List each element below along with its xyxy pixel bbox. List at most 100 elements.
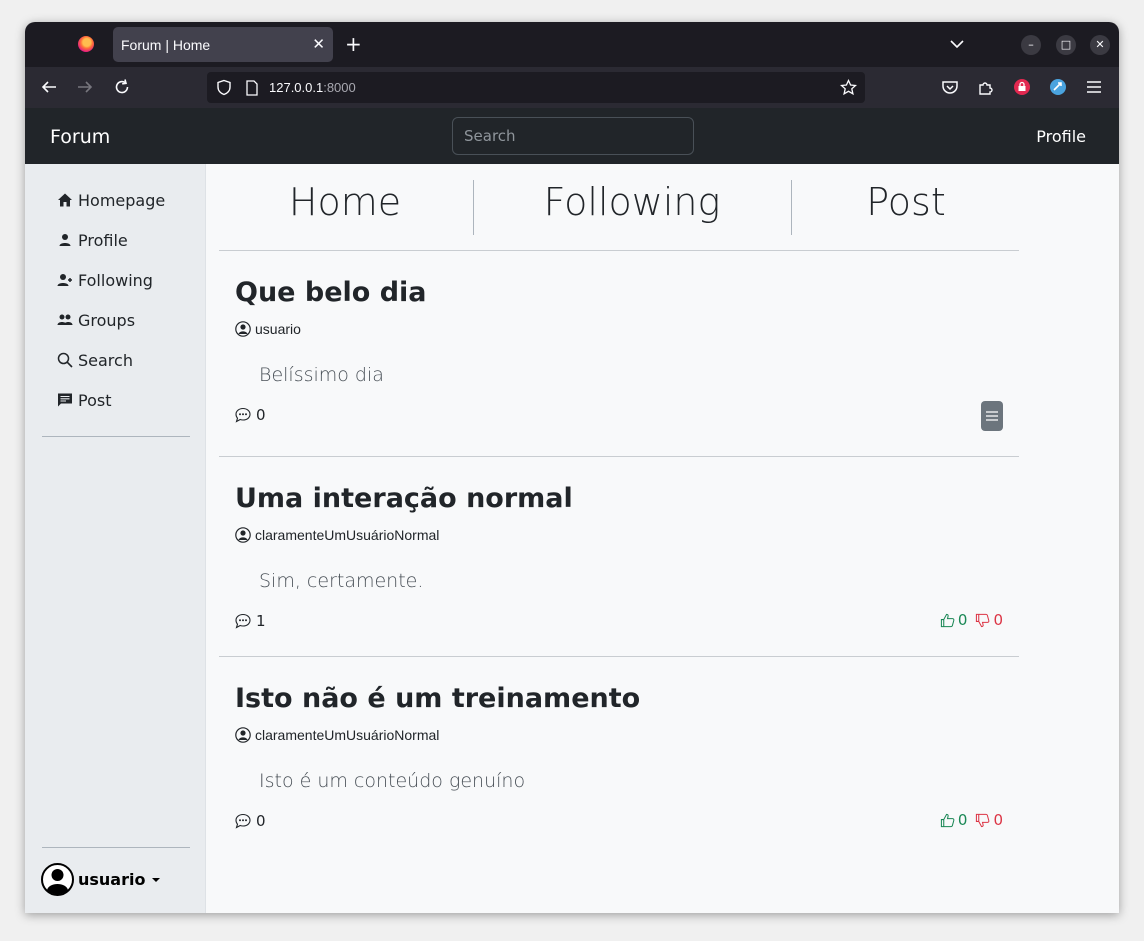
people-icon	[57, 314, 73, 325]
person-circle-icon	[235, 527, 251, 543]
sidebar-divider	[42, 436, 190, 437]
reload-icon[interactable]	[113, 78, 131, 96]
sidebar-divider	[42, 847, 190, 848]
close-tab-icon[interactable]: ✕	[312, 35, 325, 53]
post-title[interactable]: Que belo dia	[235, 277, 427, 308]
chat-dots-icon	[235, 813, 251, 829]
sidebar-item-search[interactable]: Search	[57, 348, 133, 372]
sidebar-item-homepage[interactable]: Homepage	[57, 188, 165, 212]
post-title[interactable]: Isto não é um treinamento	[235, 683, 640, 714]
bookmark-star-icon[interactable]	[840, 79, 857, 96]
post-title[interactable]: Uma interação normal	[235, 483, 573, 514]
browser-tab-title: Forum | Home	[121, 37, 211, 53]
comments-count-value: 1	[256, 612, 266, 630]
url-text[interactable]: 127.0.0.1:8000	[269, 80, 356, 95]
chevron-down-icon[interactable]	[949, 36, 965, 52]
person-circle-icon	[235, 727, 251, 743]
navbar-profile-link[interactable]: Profile	[1036, 127, 1086, 146]
sidebar-item-post[interactable]: Post	[57, 388, 111, 412]
post-card: Isto não é um treinamento claramenteUmUs…	[219, 657, 1019, 857]
comments-count-value: 0	[256, 406, 266, 424]
app-navbar: Forum Profile	[25, 108, 1119, 164]
post-author[interactable]: usuario	[235, 321, 301, 337]
main-tabs: Home Following Post	[219, 164, 1019, 251]
thumbs-down-icon	[976, 813, 990, 827]
comments-count[interactable]: 0	[235, 812, 266, 830]
extensions-puzzle-icon[interactable]	[977, 78, 995, 96]
forward-arrow-icon[interactable]	[76, 78, 94, 96]
thumbs-down-icon	[976, 613, 990, 627]
firefox-logo-icon	[78, 36, 94, 52]
shield-icon[interactable]	[216, 79, 232, 96]
minimize-window-icon[interactable]: –	[1021, 35, 1041, 55]
post-body: Belíssimo dia	[259, 364, 384, 386]
sidebar-item-label: Post	[78, 390, 112, 410]
search-icon	[57, 352, 73, 368]
post-author[interactable]: claramenteUmUsuárioNormal	[235, 527, 439, 543]
comments-count[interactable]: 0	[235, 406, 266, 424]
user-dropdown[interactable]: usuario	[41, 863, 161, 896]
back-arrow-icon[interactable]	[40, 78, 58, 96]
vote-controls: 0 0	[940, 611, 1003, 629]
tab-divider	[473, 180, 474, 235]
like-button[interactable]: 0	[940, 811, 967, 829]
sidebar-item-label: Search	[78, 350, 133, 370]
close-window-icon[interactable]: ✕	[1090, 35, 1110, 55]
like-button[interactable]: 0	[940, 611, 967, 629]
url-host: 127.0.0.1	[269, 80, 324, 95]
comments-count-value: 0	[256, 812, 266, 830]
user-name: usuario	[78, 870, 146, 889]
thumbs-up-icon	[940, 613, 955, 627]
lock-extension-icon[interactable]	[1013, 78, 1031, 96]
post-body: Isto é um conteúdo genuíno	[259, 770, 526, 792]
sidebar-item-label: Homepage	[78, 190, 166, 210]
chat-dots-icon	[235, 407, 251, 423]
post-author-name: usuario	[255, 321, 301, 337]
post-author[interactable]: claramenteUmUsuárioNormal	[235, 727, 439, 743]
tab-home[interactable]: Home	[289, 180, 401, 224]
avatar	[41, 863, 74, 896]
url-bar[interactable]: 127.0.0.1:8000	[207, 72, 865, 103]
brand-logo[interactable]: Forum	[50, 126, 110, 148]
sidebar: Homepage Profile Following Groups Search…	[25, 164, 206, 913]
url-port: :8000	[323, 80, 356, 95]
extension-icon[interactable]	[1049, 78, 1067, 96]
thumbs-up-icon	[940, 813, 955, 827]
tab-post[interactable]: Post	[866, 180, 946, 224]
sidebar-item-groups[interactable]: Groups	[57, 308, 135, 332]
caret-down-icon	[152, 877, 161, 882]
browser-tab-strip: Forum | Home ✕ + – □ ✕	[25, 22, 1119, 67]
post-card: Que belo dia usuario Belíssimo dia 0	[219, 251, 1019, 457]
post-options-button[interactable]	[981, 401, 1003, 431]
browser-tab-active[interactable]: Forum | Home ✕	[113, 27, 333, 62]
dislike-count: 0	[993, 811, 1003, 829]
hamburger-menu-icon[interactable]	[1085, 78, 1103, 96]
browser-toolbar: 127.0.0.1:8000	[25, 67, 1119, 108]
post-author-name: claramenteUmUsuárioNormal	[255, 527, 440, 543]
person-plus-icon	[57, 274, 72, 286]
person-icon	[59, 234, 71, 246]
chat-left-text-icon	[58, 393, 72, 407]
vote-controls: 0 0	[940, 811, 1003, 829]
dislike-count: 0	[993, 611, 1003, 629]
search-input[interactable]	[452, 117, 694, 155]
person-circle-icon	[235, 321, 251, 337]
browser-window: Forum | Home ✕ + – □ ✕ 127.0.0.1:8000 Fo…	[25, 22, 1119, 913]
post-card: Uma interação normal claramenteUmUsuário…	[219, 457, 1019, 657]
sidebar-item-label: Groups	[78, 310, 136, 330]
post-author-name: claramenteUmUsuárioNormal	[255, 727, 440, 743]
pocket-icon[interactable]	[941, 78, 959, 96]
sidebar-item-profile[interactable]: Profile	[57, 228, 128, 252]
new-tab-icon[interactable]: +	[345, 33, 362, 55]
sidebar-item-following[interactable]: Following	[57, 268, 153, 292]
comments-count[interactable]: 1	[235, 612, 266, 630]
post-body: Sim, certamente.	[259, 570, 424, 592]
dislike-button[interactable]: 0	[975, 611, 1003, 629]
tab-following[interactable]: Following	[544, 180, 721, 224]
chat-dots-icon	[235, 613, 251, 629]
sidebar-item-label: Following	[78, 270, 153, 290]
dislike-button[interactable]: 0	[975, 811, 1003, 829]
maximize-window-icon[interactable]: □	[1056, 35, 1076, 55]
sidebar-item-label: Profile	[78, 230, 128, 250]
page-icon	[246, 80, 258, 96]
